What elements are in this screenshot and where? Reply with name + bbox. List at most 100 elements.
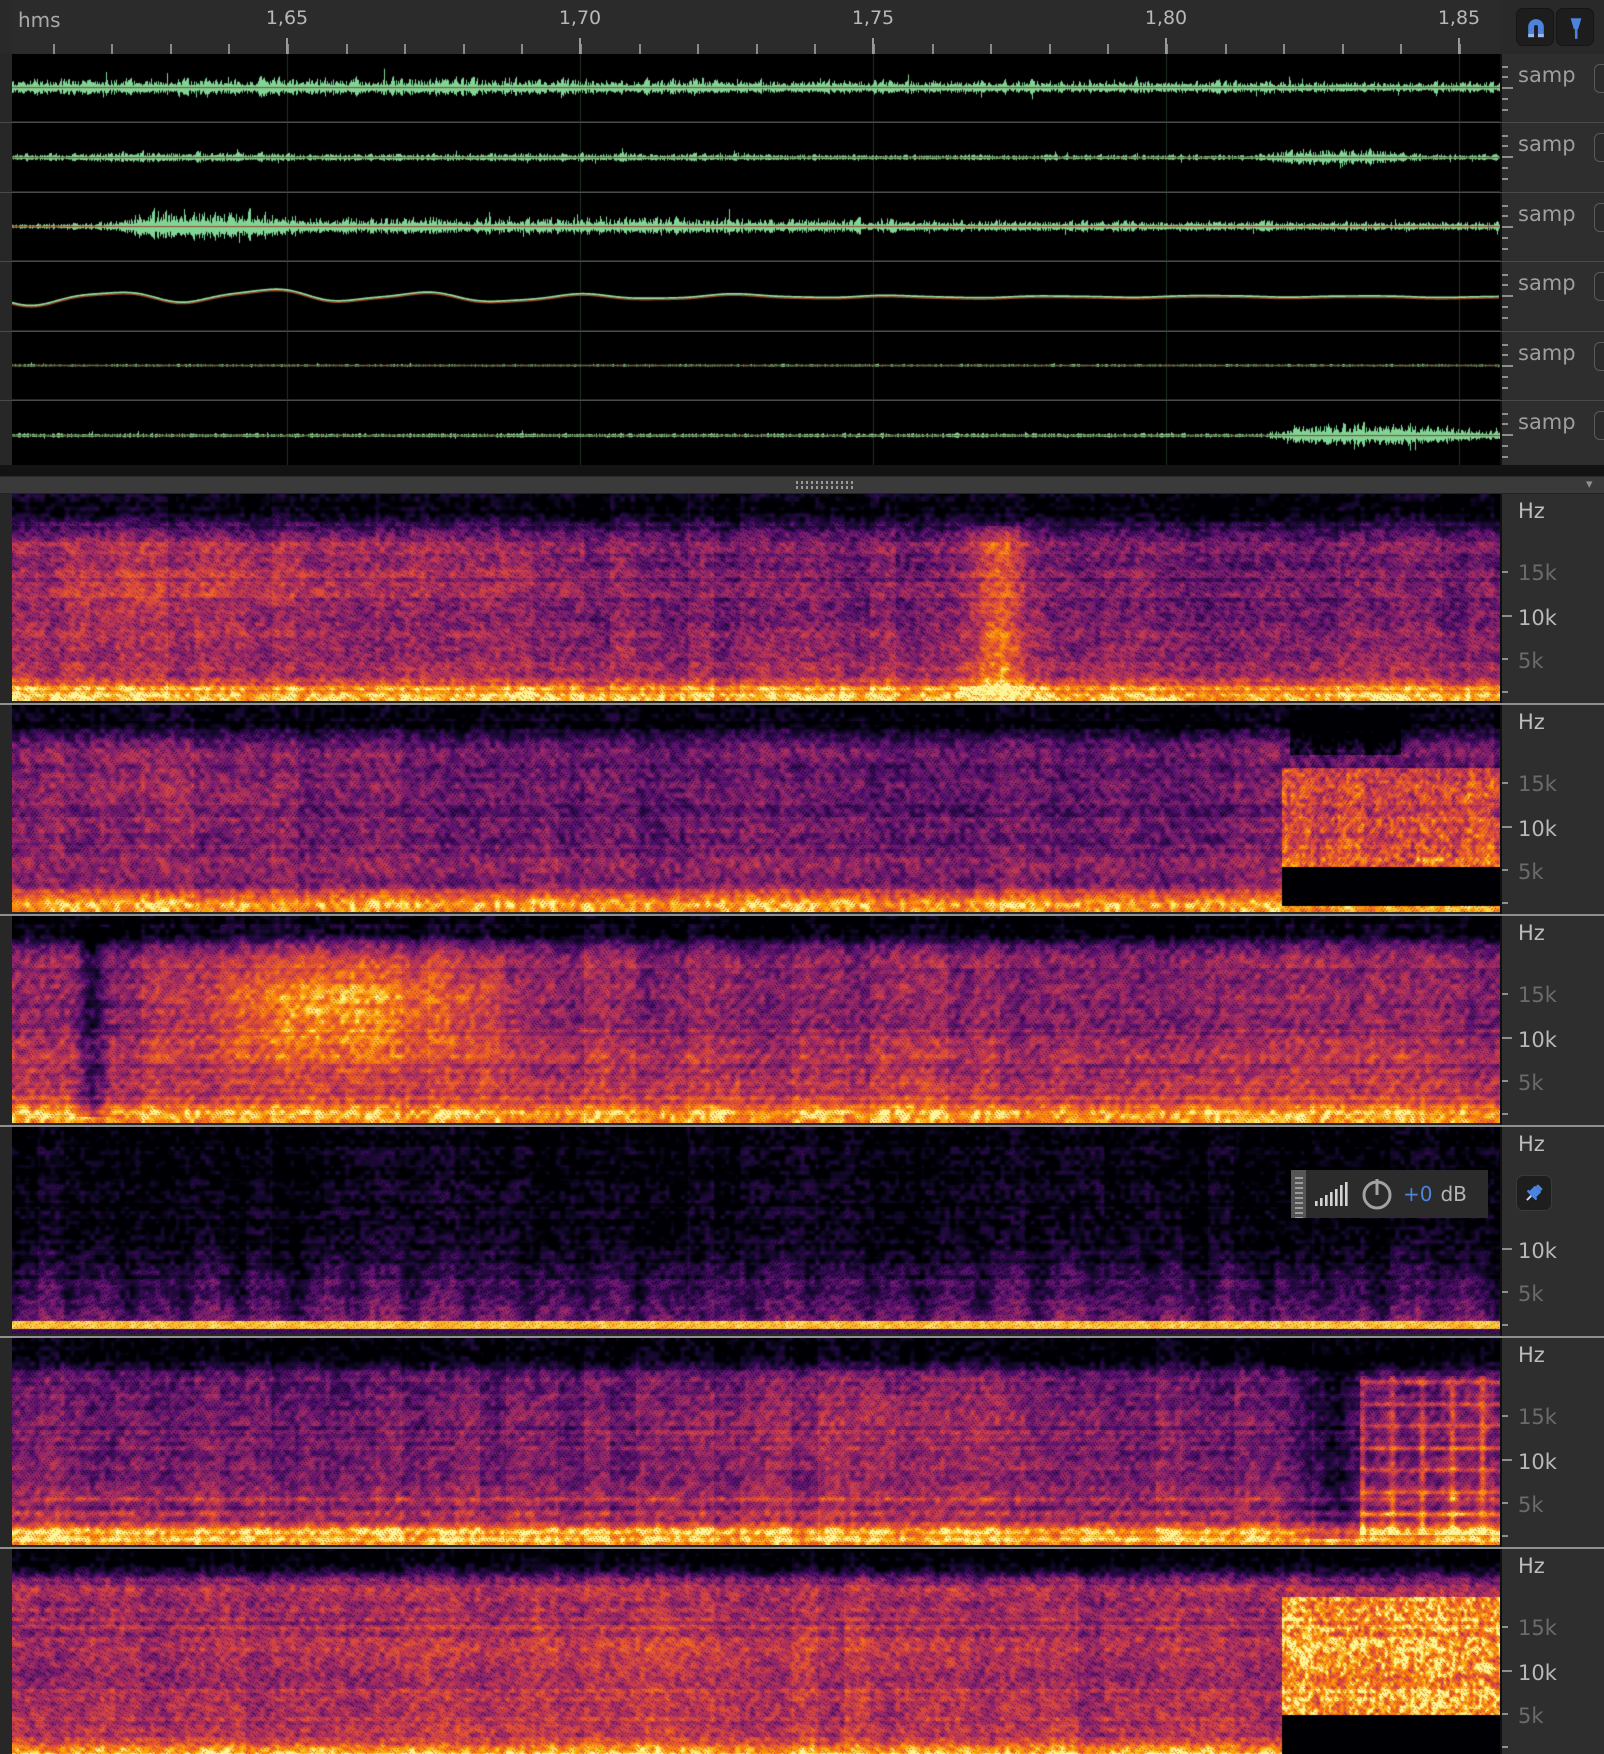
freq-tick-label: 15k xyxy=(1518,1405,1557,1429)
spectrogram-track-row[interactable]: Hz 15k 10k 5k xyxy=(0,705,1604,916)
freq-tick xyxy=(1502,1113,1508,1115)
waveform-canvas[interactable] xyxy=(12,54,1500,121)
waveform-track-row[interactable]: samp xyxy=(0,332,1604,401)
track-format-label: samp xyxy=(1518,63,1576,87)
track-edge-button[interactable] xyxy=(1594,203,1604,232)
spectrogram-track-row[interactable]: Hz 15k 10k 5k xyxy=(0,1549,1604,1754)
track-header[interactable]: Hz 15k 10k 5k xyxy=(1500,916,1604,1125)
spectrogram-canvas[interactable] xyxy=(12,1338,1500,1545)
waveform-canvas[interactable] xyxy=(12,193,1500,260)
spectrogram-track-row[interactable]: Hz 15k 10k 5k xyxy=(0,494,1604,705)
waveform-track-row[interactable]: samp xyxy=(0,193,1604,262)
ruler-minor-tick xyxy=(170,44,172,54)
spectrogram-canvas[interactable] xyxy=(12,916,1500,1123)
freq-tick xyxy=(1502,658,1508,660)
waveform-track-row[interactable]: samp xyxy=(0,401,1604,471)
left-gutter xyxy=(0,193,12,261)
freq-unit-label: Hz xyxy=(1518,710,1545,734)
ruler-minor-tick xyxy=(1225,44,1227,54)
freq-tick-label: 5k xyxy=(1518,860,1544,884)
gain-control-grip[interactable] xyxy=(1291,1170,1306,1218)
track-header[interactable]: samp xyxy=(1500,54,1604,122)
track-header[interactable]: samp xyxy=(1500,401,1604,470)
track-header[interactable]: samp xyxy=(1500,193,1604,261)
left-gutter xyxy=(0,123,12,192)
freq-tick xyxy=(1502,1248,1512,1250)
freq-unit-label: Hz xyxy=(1518,1554,1545,1578)
ruler-minor-tick xyxy=(53,44,55,54)
spectrogram-track-row[interactable]: Hz 15k 10k 5k xyxy=(0,1338,1604,1549)
track-header[interactable]: Hz 10k 5k xyxy=(1500,1127,1604,1336)
snap-magnet-button[interactable] xyxy=(1516,8,1554,46)
spectrogram-canvas[interactable] xyxy=(12,494,1500,701)
ruler-minor-tick xyxy=(756,44,758,54)
gain-knob-icon[interactable] xyxy=(1359,1176,1395,1212)
track-edge-button[interactable] xyxy=(1594,133,1604,162)
splitter-collapse-arrow[interactable]: ▾ xyxy=(1586,477,1593,492)
freq-tick xyxy=(1502,782,1508,784)
freq-unit-label: Hz xyxy=(1518,499,1545,523)
track-edge-button[interactable] xyxy=(1594,411,1604,440)
ruler-minor-tick xyxy=(1400,44,1402,54)
spectrogram-canvas[interactable] xyxy=(12,1549,1500,1754)
ruler-minor-tick xyxy=(639,44,641,54)
waveform-canvas[interactable] xyxy=(12,123,1500,191)
ruler-minor-tick xyxy=(521,44,523,54)
gain-value[interactable]: +0 xyxy=(1403,1182,1432,1206)
left-gutter xyxy=(0,1549,12,1754)
ruler-major-tick xyxy=(1165,38,1167,54)
freq-tick xyxy=(1502,1626,1508,1628)
waveform-track-row[interactable]: samp xyxy=(0,123,1604,193)
track-header[interactable]: Hz 15k 10k 5k xyxy=(1500,1338,1604,1547)
magnet-icon xyxy=(1523,15,1549,41)
track-edge-button[interactable] xyxy=(1594,342,1604,371)
splitter-grip-handle[interactable] xyxy=(796,481,854,489)
freq-tick-label: 15k xyxy=(1518,772,1557,796)
gain-control[interactable]: +0 dB xyxy=(1291,1170,1488,1218)
waveform-track-row[interactable]: samp xyxy=(0,54,1604,123)
track-pin-button[interactable] xyxy=(1516,1175,1552,1211)
track-edge-button[interactable] xyxy=(1594,64,1604,93)
left-gutter xyxy=(0,916,12,1125)
section-gap xyxy=(0,465,1604,476)
ruler-major-tick xyxy=(286,38,288,54)
freq-tick xyxy=(1502,1713,1508,1715)
waveform-track-row[interactable]: samp xyxy=(0,262,1604,332)
waveform-canvas[interactable] xyxy=(12,401,1500,469)
track-header[interactable]: Hz 15k 10k 5k xyxy=(1500,1549,1604,1754)
freq-tick xyxy=(1502,993,1508,995)
freq-tick xyxy=(1502,571,1508,573)
ruler-time-label: 1,70 xyxy=(559,7,601,29)
freq-tick-label: 10k xyxy=(1518,606,1557,630)
freq-tick xyxy=(1502,1324,1508,1326)
waveform-canvas[interactable] xyxy=(12,332,1500,399)
spectrogram-track-row-pinned[interactable]: +0 dB Hz 10k 5k xyxy=(0,1127,1604,1338)
spectrogram-track-row[interactable]: Hz 15k 10k 5k xyxy=(0,916,1604,1127)
timeline-ruler-scale[interactable]: hms 1,651,701,751,801,85 xyxy=(12,0,1500,55)
level-bars-icon xyxy=(1313,1181,1351,1207)
marker-pin-button[interactable] xyxy=(1556,8,1594,46)
track-header[interactable]: samp xyxy=(1500,262,1604,331)
track-header[interactable]: samp xyxy=(1500,123,1604,192)
track-header[interactable]: samp xyxy=(1500,332,1604,400)
timeline-ruler[interactable]: hms 1,651,701,751,801,85 xyxy=(0,0,1604,54)
freq-tick xyxy=(1502,1746,1508,1748)
track-header[interactable]: Hz 15k 10k 5k xyxy=(1500,705,1604,914)
track-edge-button[interactable] xyxy=(1594,272,1604,301)
track-format-label: samp xyxy=(1518,202,1576,226)
freq-tick-label: 5k xyxy=(1518,1493,1544,1517)
freq-tick xyxy=(1502,1080,1508,1082)
left-gutter xyxy=(0,494,12,703)
spectrogram-canvas[interactable] xyxy=(12,705,1500,912)
ruler-minor-tick xyxy=(228,44,230,54)
left-gutter xyxy=(0,54,12,122)
freq-tick xyxy=(1502,1415,1508,1417)
track-header[interactable]: Hz 15k 10k 5k xyxy=(1500,494,1604,703)
waveform-canvas[interactable] xyxy=(12,262,1500,330)
marker-pin-icon xyxy=(1563,15,1589,41)
left-gutter xyxy=(0,1127,12,1336)
pane-splitter[interactable]: ▾ xyxy=(0,476,1604,494)
freq-tick xyxy=(1502,826,1512,828)
spectrogram-canvas[interactable] xyxy=(12,1127,1500,1334)
freq-unit-label: Hz xyxy=(1518,1132,1545,1156)
